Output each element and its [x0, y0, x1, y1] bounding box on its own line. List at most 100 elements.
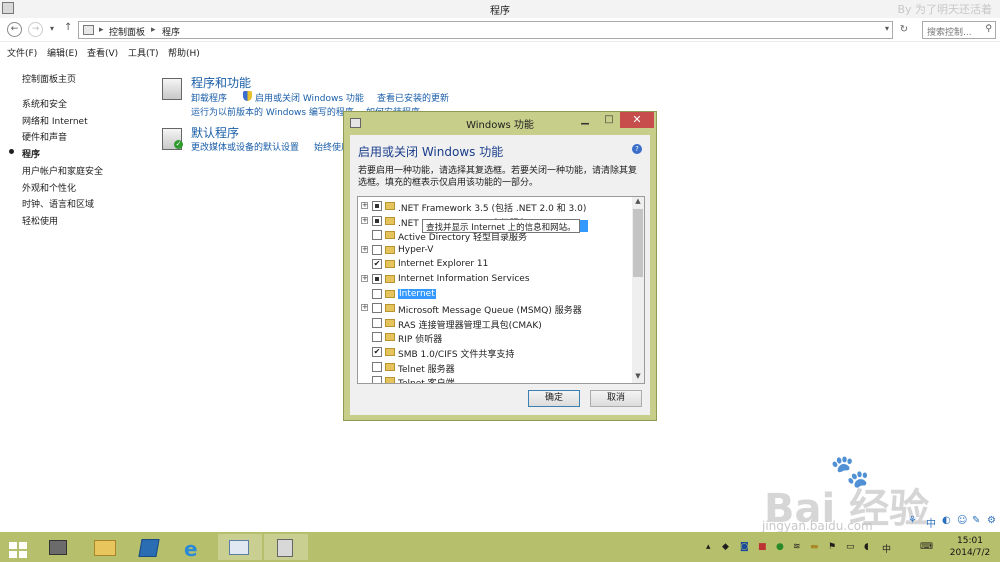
forward-arrow-icon[interactable]: → — [28, 22, 43, 37]
tray-keyboard-icon[interactable]: ⌨ — [920, 542, 933, 552]
feature-row[interactable]: RAS 连接管理器管理工具包(CMAK) — [358, 316, 632, 331]
powershell-icon[interactable] — [128, 534, 172, 560]
link-always-use-program[interactable]: 始终使用指定的程序打开此文件类型 — [314, 140, 344, 153]
menu-edit[interactable]: 编辑(E) — [47, 46, 78, 59]
control-panel-icon[interactable] — [218, 534, 262, 560]
maximize-icon[interactable]: □ — [598, 113, 620, 128]
feature-checkbox[interactable] — [372, 361, 382, 372]
tray-volume-icon[interactable]: ◖ — [864, 542, 869, 552]
link-uninstall-program[interactable]: 卸载程序 — [191, 91, 227, 104]
refresh-icon[interactable]: ↻ — [896, 21, 912, 39]
expand-icon[interactable]: + — [361, 275, 368, 282]
feature-row[interactable]: + Hyper-V — [358, 243, 632, 257]
feature-checkbox[interactable] — [372, 230, 382, 241]
taskbar-clock[interactable]: 15:01 2014/7/2 — [944, 535, 996, 559]
help-icon[interactable]: ? — [632, 144, 642, 154]
tray-network-status-icon[interactable]: ◆ — [722, 542, 729, 552]
feature-checkbox[interactable]: ✔ — [372, 347, 382, 357]
server-manager-icon[interactable] — [37, 534, 81, 560]
folder-icon — [385, 275, 395, 283]
expand-icon[interactable]: + — [361, 216, 368, 224]
menu-view[interactable]: 查看(V) — [87, 46, 118, 59]
tray-ime-icon[interactable]: 中 — [882, 542, 891, 555]
menu-tools[interactable]: 工具(T) — [128, 46, 159, 59]
feature-checkbox[interactable] — [372, 288, 382, 299]
link-change-media-defaults[interactable]: 更改媒体或设备的默认设置 — [191, 140, 299, 153]
scroll-up-icon[interactable]: ▲ — [632, 197, 644, 208]
feature-row[interactable]: Telnet 客户端 — [358, 374, 632, 383]
expand-icon[interactable]: + — [361, 202, 368, 209]
tray-update-icon[interactable]: ● — [776, 542, 784, 552]
feature-row[interactable]: + Internet Information Services — [358, 272, 632, 286]
sidebar-item-network[interactable]: 网络和 Internet — [22, 114, 88, 127]
minimize-icon[interactable]: ▁ — [574, 113, 596, 128]
ime-emoji-icon[interactable]: ☺ — [957, 515, 967, 526]
back-arrow-icon[interactable]: ← — [7, 22, 22, 37]
cancel-button[interactable]: 取消 — [590, 390, 642, 407]
scroll-down-icon[interactable]: ▼ — [632, 372, 644, 383]
feature-row[interactable]: ✔ SMB 1.0/CIFS 文件共享支持 — [358, 345, 632, 360]
sidebar-item-appearance[interactable]: 外观和个性化 — [22, 181, 76, 194]
scroll-thumb[interactable] — [633, 209, 643, 277]
feature-row[interactable]: RIP 侦听器 — [358, 330, 632, 345]
tree-scrollbar[interactable]: ▲ ▼ — [632, 197, 644, 383]
recent-pages-dropdown-icon[interactable]: ▾ — [50, 24, 54, 33]
up-arrow-icon[interactable]: ↑ — [64, 22, 72, 33]
feature-checkbox[interactable]: ✔ — [372, 259, 382, 270]
menu-file[interactable]: 文件(F) — [7, 46, 37, 59]
tray-wifi-icon[interactable]: ≋ — [793, 542, 801, 552]
ime-punctuation-icon[interactable]: ◐ — [942, 515, 951, 526]
search-input[interactable]: 搜索控制... ⚲ — [922, 21, 996, 39]
section-title-programs-features[interactable]: 程序和功能 — [191, 74, 251, 91]
tray-expand-icon[interactable]: ▴ — [706, 542, 711, 552]
internet-explorer-icon[interactable]: e — [172, 534, 216, 561]
section-title-default-programs[interactable]: 默认程序 — [191, 124, 239, 141]
ime-mode-icon[interactable]: ⚘ — [908, 515, 917, 526]
link-turn-windows-features[interactable]: 启用或关闭 Windows 功能 — [255, 91, 364, 104]
menu-help[interactable]: 帮助(H) — [168, 46, 200, 59]
breadcrumb-control-panel[interactable]: 控制面板 — [109, 25, 145, 38]
feature-checkbox[interactable] — [372, 274, 382, 284]
sidebar-item-ease-of-access[interactable]: 轻松使用 — [22, 214, 58, 227]
sidebar-item-programs[interactable]: 程序 — [22, 147, 40, 160]
ime-lang[interactable]: 中 — [926, 515, 936, 530]
close-icon[interactable]: ✕ — [620, 112, 654, 128]
ok-button[interactable]: 确定 — [528, 390, 580, 407]
sidebar-item-clock-region[interactable]: 时钟、语言和区域 — [22, 197, 94, 210]
feature-checkbox[interactable] — [372, 244, 382, 255]
ime-handwrite-icon[interactable]: ✎ — [972, 515, 980, 526]
feature-row[interactable]: ✔ Internet Explorer 11 — [358, 257, 632, 271]
sidebar-item-hardware[interactable]: 硬件和声音 — [22, 130, 67, 143]
breadcrumb-separator-icon[interactable]: ▸ — [151, 25, 156, 35]
address-bar[interactable]: ▸ 控制面板 ▸ 程序 ▾ — [78, 21, 893, 39]
sidebar-item-security[interactable]: 系统和安全 — [22, 97, 67, 110]
breadcrumb-programs[interactable]: 程序 — [162, 25, 180, 38]
windows-features-icon[interactable] — [264, 534, 308, 560]
feature-checkbox[interactable] — [372, 215, 382, 226]
feature-checkbox[interactable] — [372, 303, 382, 314]
tray-battery-icon[interactable]: ▭ — [846, 542, 855, 552]
tray-app-icon[interactable]: ■ — [758, 542, 767, 552]
feature-checkbox[interactable] — [372, 332, 382, 343]
file-explorer-icon[interactable] — [84, 534, 128, 560]
feature-checkbox[interactable] — [372, 317, 382, 328]
link-view-installed-updates[interactable]: 查看已安装的更新 — [377, 91, 449, 104]
tray-flag-icon[interactable]: ⚑ — [828, 542, 836, 552]
expand-icon[interactable]: + — [361, 245, 368, 253]
feature-row[interactable]: + Microsoft Message Queue (MSMQ) 服务器 — [358, 301, 632, 316]
search-icon[interactable]: ⚲ — [985, 24, 992, 34]
expand-icon[interactable]: + — [361, 304, 368, 312]
breadcrumb-separator-icon[interactable]: ▸ — [99, 25, 104, 35]
feature-row[interactable]: Internet — [358, 287, 632, 301]
link-run-older-programs[interactable]: 运行为以前版本的 Windows 编写的程序 — [191, 105, 354, 118]
sidebar-item-user-accounts[interactable]: 用户帐户和家庭安全 — [22, 164, 103, 177]
ime-settings-icon[interactable]: ⚙ — [987, 515, 996, 526]
feature-row[interactable]: + .NET Framework 3.5 (包括 .NET 2.0 和 3.0) — [358, 199, 632, 214]
feature-checkbox[interactable] — [372, 376, 382, 383]
feature-row[interactable]: Telnet 服务器 — [358, 360, 632, 375]
chevron-down-icon[interactable]: ▾ — [885, 24, 889, 33]
feature-checkbox[interactable] — [372, 201, 382, 211]
sidebar-item-home[interactable]: 控制面板主页 — [22, 72, 76, 85]
tray-folder-icon[interactable]: ▬ — [810, 542, 819, 552]
tray-security-icon[interactable]: ◙ — [740, 542, 749, 552]
